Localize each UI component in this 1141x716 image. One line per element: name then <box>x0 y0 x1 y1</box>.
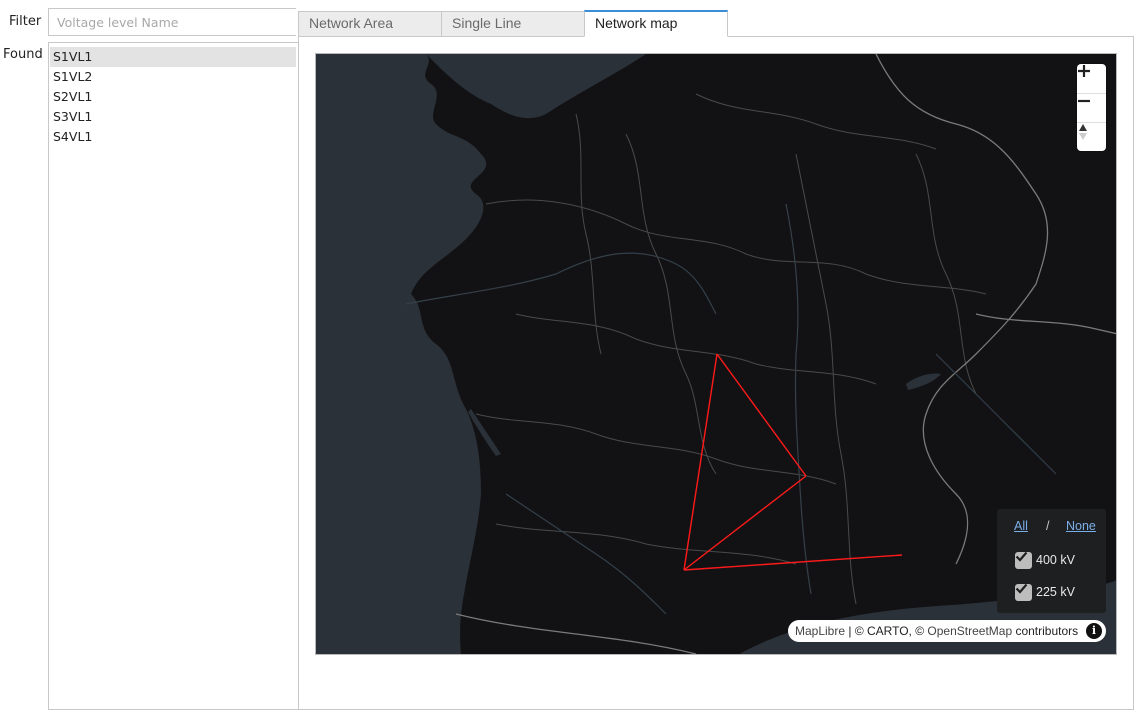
map-attribution: MapLibre | © CARTO, © OpenStreetMap cont… <box>788 620 1106 642</box>
filter-input[interactable] <box>48 8 296 36</box>
region-borders <box>475 93 987 605</box>
map-navigation-control <box>1077 64 1106 151</box>
info-icon[interactable]: i <box>1086 623 1102 639</box>
checkbox-225kv[interactable] <box>1015 583 1032 601</box>
power-line <box>683 554 903 571</box>
lake <box>906 373 941 390</box>
checkmark-icon <box>1015 551 1028 562</box>
tab-network-area[interactable]: Network Area <box>298 11 442 37</box>
legend-separator: / <box>1046 519 1050 533</box>
checkbox-400kv[interactable] <box>1015 551 1032 569</box>
network-lines <box>683 353 903 571</box>
list-item[interactable]: S3VL1 <box>50 107 296 127</box>
power-line <box>683 475 807 571</box>
filter-label: Filter <box>9 14 42 29</box>
osm-link[interactable]: OpenStreetMap <box>927 624 1012 638</box>
contributors-text: contributors <box>1012 624 1079 638</box>
power-line <box>716 353 807 477</box>
list-item[interactable]: S1VL1 <box>50 47 296 67</box>
found-label: Found <box>3 47 43 62</box>
ocean <box>316 54 487 654</box>
network-map[interactable]: All / None 400 kV 225 kV MapLibre | © CA… <box>315 53 1117 655</box>
attribution-text: | © CARTO, © <box>845 624 928 638</box>
select-none-link[interactable]: None <box>1066 519 1096 533</box>
voltage-level-list[interactable]: S1VL1 S1VL2 S2VL1 S3VL1 S4VL1 <box>48 42 298 710</box>
list-item[interactable]: S4VL1 <box>50 127 296 147</box>
voltage-legend: All / None 400 kV 225 kV <box>997 509 1106 613</box>
maplibre-link[interactable]: MapLibre <box>795 624 845 638</box>
list-item[interactable]: S2VL1 <box>50 87 296 107</box>
legend-row-225kv[interactable]: 225 kV <box>1015 583 1075 601</box>
list-item[interactable]: S1VL2 <box>50 67 296 87</box>
compass-icon <box>1079 124 1087 140</box>
channel <box>426 54 646 119</box>
power-line <box>683 353 718 571</box>
tab-single-line[interactable]: Single Line <box>441 11 585 37</box>
select-all-link[interactable]: All <box>1014 519 1028 533</box>
minus-icon <box>1078 99 1090 103</box>
zoom-out-button[interactable] <box>1077 93 1106 123</box>
plus-icon <box>1078 65 1090 77</box>
compass-button[interactable] <box>1077 122 1106 152</box>
tab-network-map[interactable]: Network map <box>584 10 728 37</box>
checkmark-icon <box>1015 583 1028 594</box>
level-label: 400 kV <box>1036 553 1075 567</box>
legend-row-400kv[interactable]: 400 kV <box>1015 551 1075 569</box>
zoom-in-button[interactable] <box>1077 64 1106 93</box>
level-label: 225 kV <box>1036 585 1075 599</box>
